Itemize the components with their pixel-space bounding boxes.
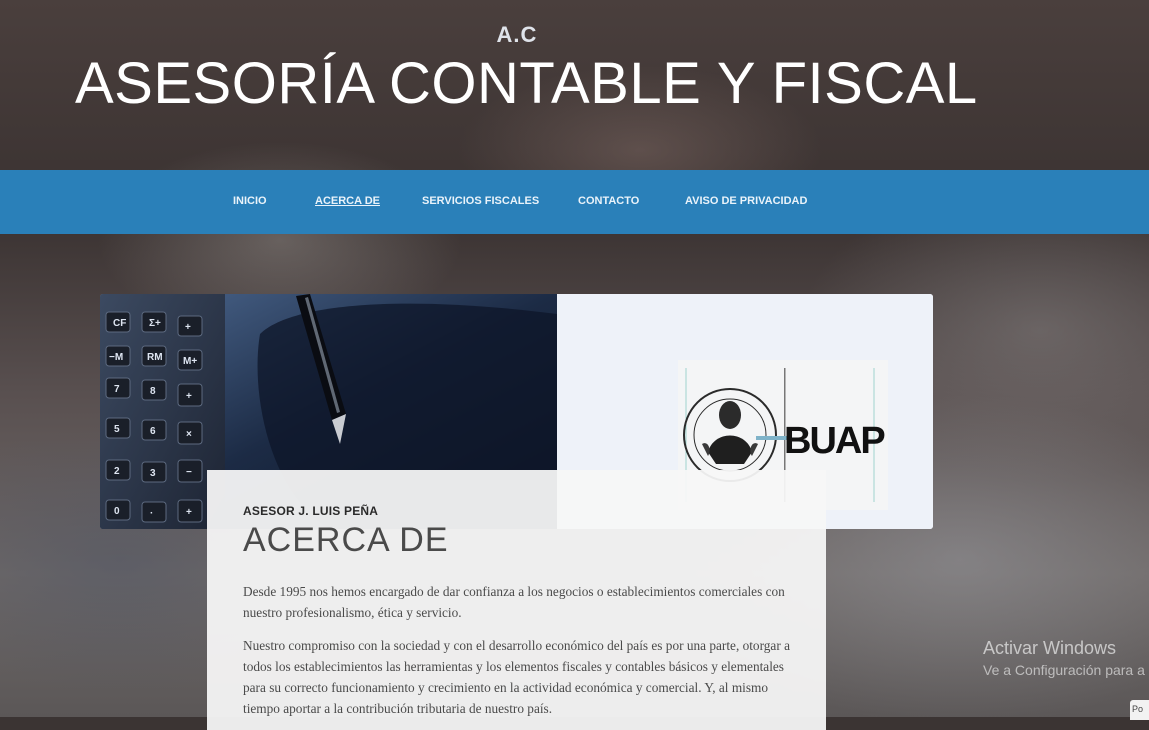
svg-text:−M: −M <box>109 352 123 363</box>
about-paragraph-1: Desde 1995 nos hemos encargado de dar co… <box>243 584 785 620</box>
svg-text:+: + <box>186 391 192 402</box>
about-paragraph-2: Nuestro compromiso con la sociedad y con… <box>243 638 790 716</box>
svg-text:RM: RM <box>147 352 163 363</box>
svg-text:0: 0 <box>114 506 120 517</box>
nav-item-acerca-de[interactable]: ACERCA DE <box>315 170 380 234</box>
buap-wordmark: BUAP <box>784 420 885 462</box>
nav-item-servicios-fiscales[interactable]: SERVICIOS FISCALES <box>422 170 539 234</box>
nav-item-inicio[interactable]: INICIO <box>233 170 267 234</box>
corner-widget[interactable]: Po <box>1130 700 1149 720</box>
about-title: ACERCA DE <box>243 521 449 559</box>
main-navbar: INICIO ACERCA DE SERVICIOS FISCALES CONT… <box>0 170 1149 234</box>
svg-text:−: − <box>186 467 192 478</box>
svg-text:7: 7 <box>114 384 120 395</box>
svg-text:8: 8 <box>150 386 156 397</box>
svg-text:6: 6 <box>150 426 156 437</box>
svg-text:+: + <box>185 322 191 333</box>
svg-text:CF: CF <box>113 318 126 329</box>
svg-text:5: 5 <box>114 424 120 435</box>
windows-activation-hint: Ve a Configuración para a <box>983 662 1145 678</box>
svg-text:·: · <box>150 508 153 519</box>
brand-abbrev: A.C <box>496 22 538 47</box>
svg-text:3: 3 <box>150 468 156 479</box>
svg-text:M+: M+ <box>183 356 197 367</box>
about-subtitle: ASESOR J. LUIS PEÑA <box>243 504 379 518</box>
nav-item-aviso-de-privacidad[interactable]: AVISO DE PRIVACIDAD <box>685 170 807 234</box>
site-title: ASESORÍA CONTABLE Y FISCAL <box>75 51 978 116</box>
svg-text:+: + <box>186 507 192 518</box>
windows-activation-title: Activar Windows <box>983 638 1117 658</box>
svg-text:×: × <box>186 429 192 440</box>
nav-item-contacto[interactable]: CONTACTO <box>578 170 639 234</box>
svg-text:2: 2 <box>114 466 120 477</box>
svg-text:Σ+: Σ+ <box>149 318 161 329</box>
